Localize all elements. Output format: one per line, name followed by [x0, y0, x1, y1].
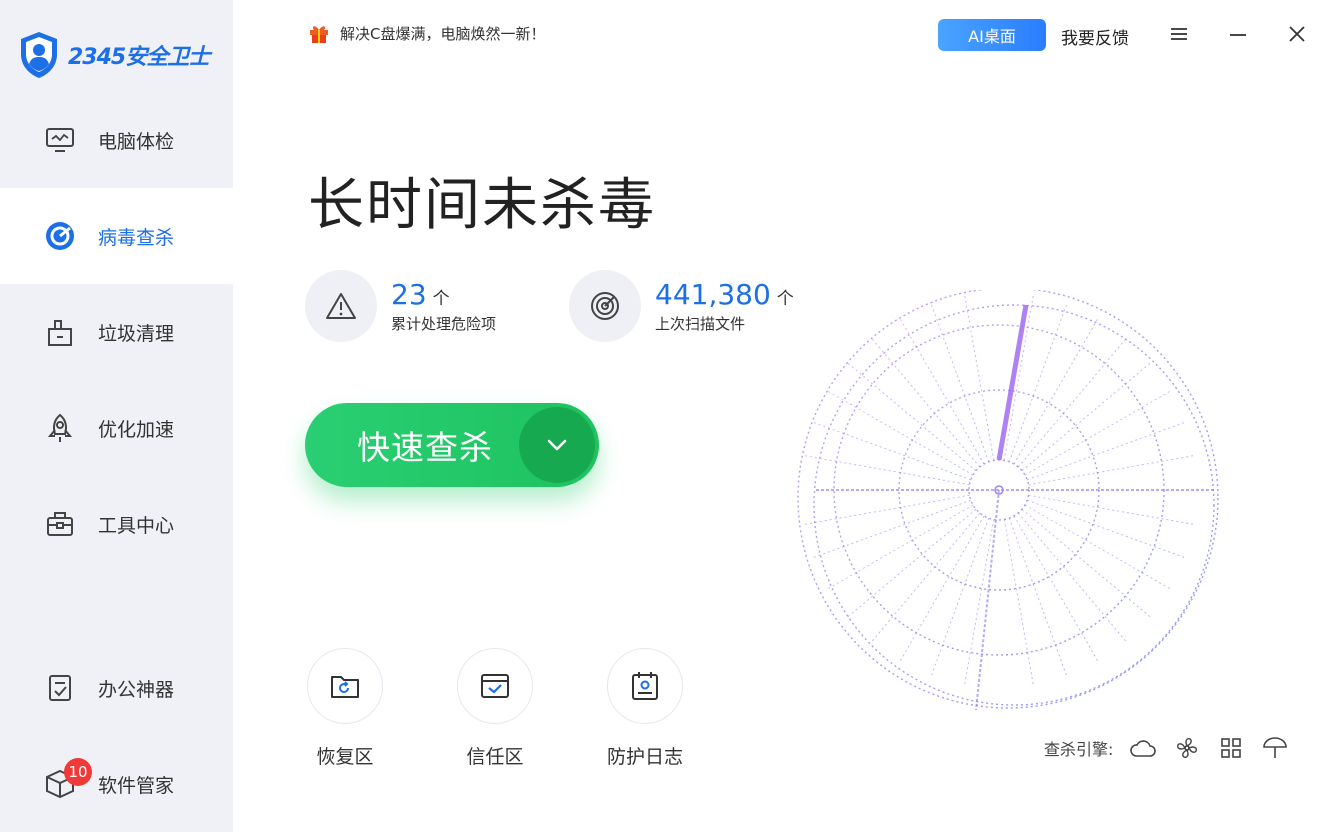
menu-icon[interactable] — [1163, 18, 1195, 50]
sidebar-item-label: 病毒查杀 — [98, 226, 175, 249]
radar-spoke — [825, 504, 974, 591]
sidebar: 2345安全卫士 电脑体检 病毒查杀 垃圾清理 优化加速 工具中心 办公神器 软… — [0, 0, 233, 832]
radar-spoke — [1028, 454, 1197, 486]
tool-label: 信任区 — [466, 746, 524, 768]
status-headline: 长时间未杀毒 — [308, 173, 656, 238]
minimize-icon[interactable] — [1222, 18, 1254, 50]
engine-label: 查杀引擎: — [1044, 740, 1114, 759]
radar-spoke — [1003, 292, 1035, 461]
sidebar-item-label: 软件管家 — [98, 774, 175, 797]
warning-icon — [305, 270, 377, 342]
radar-spoke — [1003, 519, 1035, 688]
radar-graphic — [797, 290, 1219, 711]
quick-scan-button[interactable]: 快速查杀 — [305, 403, 599, 487]
sidebar-item-optimize[interactable]: 优化加速 — [0, 380, 233, 476]
gift-icon — [310, 26, 328, 43]
stat-value: 23 — [391, 278, 427, 311]
stat-unit: 个 — [432, 289, 450, 309]
fan-icon[interactable] — [1173, 734, 1201, 762]
radar-spoke — [810, 421, 971, 481]
monitor-icon — [44, 124, 76, 156]
radar-spoke — [801, 454, 970, 486]
stat-unit: 个 — [776, 289, 794, 309]
calendar-log-icon — [607, 648, 683, 724]
stat-handled-risks: 23 个 累计处理危险项 — [305, 270, 496, 342]
radar-spoke — [930, 518, 990, 679]
sidebar-item-office-tools[interactable]: 办公神器 — [0, 640, 233, 736]
app-name: 2345安全卫士 — [68, 45, 210, 70]
feedback-link[interactable]: 我要反馈 — [1061, 24, 1129, 49]
scan-engines: 查杀引擎: — [1044, 734, 1289, 762]
sidebar-item-label: 工具中心 — [98, 514, 175, 537]
notification-badge: 10 — [64, 758, 92, 786]
sidebar-item-label: 垃圾清理 — [98, 322, 175, 345]
sidebar-item-software-manager[interactable]: 软件管家 — [0, 736, 233, 832]
sidebar-item-label: 电脑体检 — [98, 130, 175, 153]
trash-icon — [44, 316, 76, 348]
protection-log-button[interactable]: 防护日志 — [600, 648, 690, 769]
stat-value: 441,380 — [655, 278, 771, 311]
toolbox-icon — [44, 508, 76, 540]
tool-label: 防护日志 — [606, 746, 683, 768]
sidebar-item-pc-checkup[interactable]: 电脑体检 — [0, 92, 233, 188]
stat-label: 累计处理危险项 — [391, 315, 497, 333]
radar-spoke — [1027, 421, 1188, 481]
radar-spoke — [1027, 499, 1188, 559]
sidebar-item-junk-clean[interactable]: 垃圾清理 — [0, 284, 233, 380]
sidebar-item-tool-center[interactable]: 工具中心 — [0, 476, 233, 572]
radar-spoke — [930, 301, 990, 462]
sidebar-item-label: 优化加速 — [98, 418, 175, 441]
radar-spoke — [898, 316, 985, 465]
sidebar-item-virus-scan[interactable]: 病毒查杀 — [0, 188, 233, 284]
restore-zone-button[interactable]: 恢复区 — [300, 648, 390, 769]
cloud-icon[interactable] — [1129, 734, 1157, 762]
target-icon — [569, 270, 641, 342]
stat-scanned-files: 441,380 个 上次扫描文件 — [569, 270, 794, 342]
close-icon[interactable] — [1281, 18, 1313, 50]
sidebar-item-label: 办公神器 — [98, 678, 175, 701]
quick-scan-label: 快速查杀 — [357, 428, 493, 467]
trust-zone-button[interactable]: 信任区 — [450, 648, 540, 769]
ai-desktop-button[interactable]: AI桌面 — [938, 19, 1046, 51]
shield-logo-icon — [21, 32, 57, 78]
scan-options-dropdown[interactable] — [519, 407, 595, 483]
clipboard-icon — [44, 672, 76, 704]
radar-spoke — [801, 494, 970, 526]
app-logo: 2345安全卫士 — [18, 30, 210, 80]
tool-label: 恢复区 — [316, 746, 374, 768]
chevron-down-icon — [547, 439, 567, 451]
grid-icon[interactable] — [1217, 734, 1245, 762]
stat-label: 上次扫描文件 — [655, 315, 746, 333]
folder-restore-icon — [307, 648, 383, 724]
radar-spoke — [1028, 494, 1197, 526]
radar-spoke — [963, 519, 995, 688]
promo-text: 解决C盘爆满，电脑焕然一新！ — [340, 24, 546, 43]
radar-spoke — [963, 292, 995, 461]
trust-check-icon — [457, 648, 533, 724]
promo-banner[interactable]: 解决C盘爆满，电脑焕然一新！ — [308, 22, 545, 44]
umbrella-icon[interactable] — [1261, 734, 1289, 762]
radar-spoke — [898, 515, 985, 664]
rocket-icon — [44, 412, 76, 444]
target-icon — [44, 220, 76, 252]
radar-spoke — [810, 499, 971, 559]
